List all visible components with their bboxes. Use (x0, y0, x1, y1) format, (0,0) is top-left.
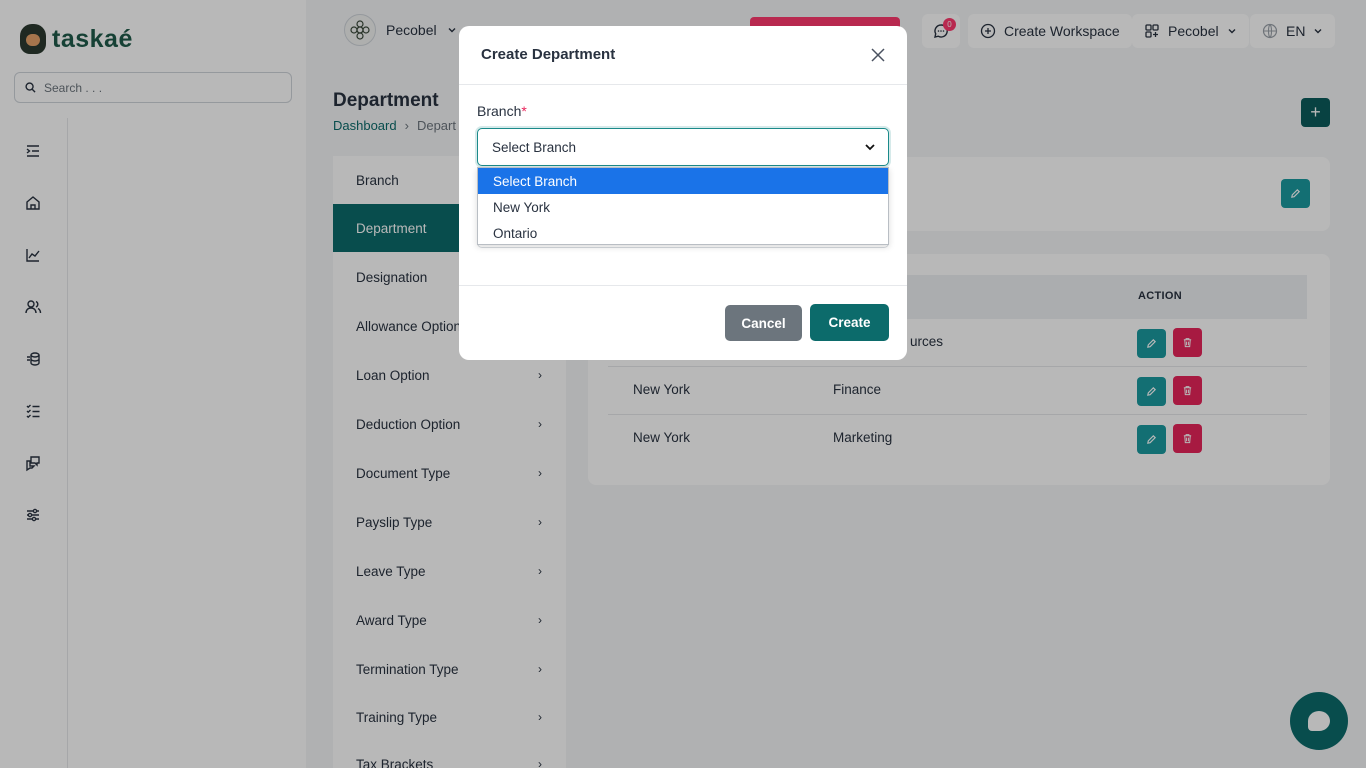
branch-select-value: Select Branch (492, 139, 577, 155)
modal-header: Create Department (459, 26, 907, 85)
chevron-down-icon (865, 144, 875, 151)
branch-select[interactable]: Select Branch (477, 128, 889, 166)
cancel-button[interactable]: Cancel (725, 305, 802, 341)
branch-option-new-york[interactable]: New York (478, 194, 888, 220)
branch-option-ontario[interactable]: Ontario (478, 220, 888, 246)
branch-options-dropdown: Select Branch New York Ontario (477, 167, 889, 245)
required-mark: * (521, 103, 527, 119)
create-button[interactable]: Create (810, 304, 889, 341)
modal-title: Create Department (481, 46, 616, 63)
branch-option-select-branch[interactable]: Select Branch (478, 168, 888, 194)
branch-field-label: Branch* (477, 103, 527, 119)
branch-label-text: Branch (477, 103, 522, 119)
modal-close-button[interactable] (869, 46, 887, 64)
close-icon (871, 48, 885, 62)
modal-footer-divider (459, 285, 907, 286)
